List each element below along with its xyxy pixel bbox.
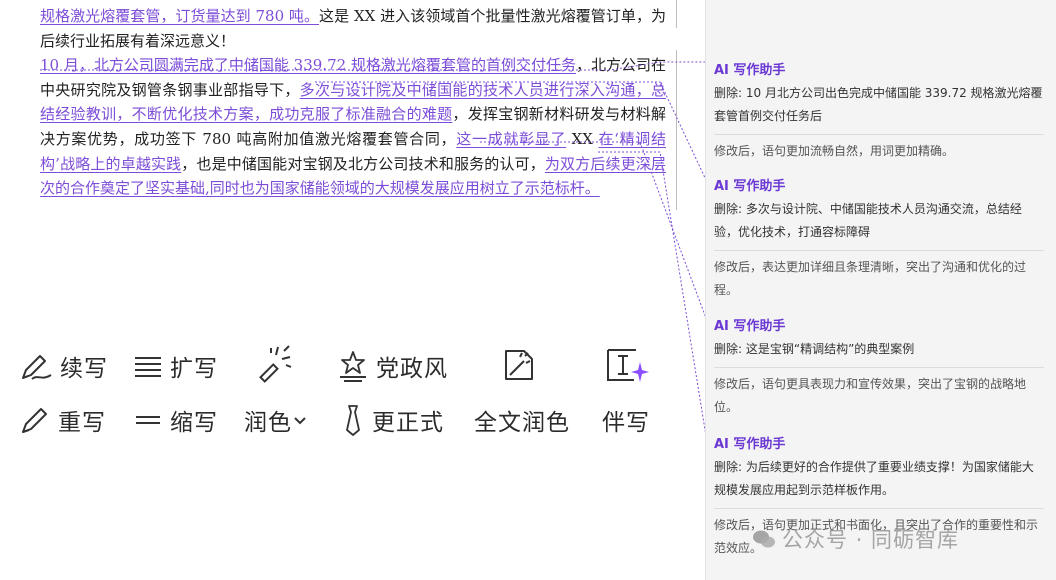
comment-author: AI 写作助手: [714, 179, 786, 194]
paragraph-2[interactable]: 10 月，北方公司圆满完成了中储国能 339.72 规格激光熔覆套管的首例交付任…: [40, 53, 666, 201]
tie-icon: [346, 405, 360, 436]
magic-wand-icon: [259, 345, 292, 383]
lines-icon: [135, 357, 161, 377]
document-wand-icon: [505, 350, 533, 380]
rewrite-button[interactable]: 重写: [18, 400, 106, 440]
comment-reply: 修改后，表达更加详细且条理清晰，突出了沟通和优化的过程。: [714, 250, 1044, 302]
party-style-label: 党政风: [376, 356, 448, 382]
watermark-text: 公众号 · 同砺智库: [782, 528, 960, 552]
companion-writing-label: 伴写: [602, 410, 650, 436]
comment-author: AI 写作助手: [714, 437, 786, 452]
ai-writing-toolbar: 续写 扩写 党政风 重写 缩写 润色 更正式 全文润色 伴写: [14, 340, 674, 450]
rewrite-label: 重写: [58, 410, 106, 436]
comment-body: 删除: 多次与设计院、中储国能技术人员沟通交流，总结经验，优化技术，打通容标障碍: [714, 202, 1022, 239]
magic-wand-button[interactable]: [254, 344, 296, 384]
companion-writing-button[interactable]: 伴写: [602, 400, 650, 440]
paragraph-1[interactable]: 规格激光熔覆套管，订货量达到 780 吨。这是 XX 进入该领域首个批量性激光熔…: [40, 4, 666, 53]
shorten-label: 缩写: [170, 410, 218, 436]
document-body[interactable]: 规格激光熔覆套管，订货量达到 780 吨。这是 XX 进入该领域首个批量性激光熔…: [40, 4, 666, 201]
more-formal-button[interactable]: 更正式: [340, 400, 444, 440]
comments-sidebar: AI 写作助手 删除: 10 月北方公司出色完成中储国能 339.72 规格激光…: [705, 0, 1056, 580]
full-text-polish-button[interactable]: 全文润色: [474, 400, 570, 440]
wechat-icon: [753, 530, 775, 548]
comment-card[interactable]: AI 写作助手 删除: 10 月北方公司出色完成中储国能 339.72 规格激光…: [714, 62, 1044, 163]
revision-text[interactable]: 10 月，北方公司圆满完成了中储国能 339.72 规格激光熔覆套管的首例交付任…: [40, 56, 576, 74]
continue-writing-label: 续写: [60, 356, 108, 382]
continue-writing-button[interactable]: 续写: [18, 346, 108, 386]
more-formal-label: 更正式: [372, 410, 444, 436]
comment-body: 删除: 10 月北方公司出色完成中储国能 339.72 规格激光熔覆套管首例交付…: [714, 86, 1043, 123]
full-text-polish-label: 全文润色: [474, 410, 570, 436]
comment-author: AI 写作助手: [714, 63, 786, 78]
comment-author: AI 写作助手: [714, 319, 786, 334]
comment-reply: 修改后，语句更具表现力和宣传效果，突出了宝钢的战略地位。: [714, 367, 1044, 419]
text-sparkle-icon: [607, 349, 649, 382]
comment-body: 删除: 为后续更好的合作提供了重要业绩支撑！为国家储能大规模发展应用起到示范样板…: [714, 460, 1034, 497]
comment-card[interactable]: AI 写作助手 删除: 多次与设计院、中储国能技术人员沟通交流，总结经验，优化技…: [714, 178, 1044, 302]
document-area[interactable]: 规格激光熔覆套管，订货量达到 780 吨。这是 XX 进入该领域首个批量性激光熔…: [0, 0, 705, 580]
comment-body: 删除: 这是宝钢“精调结构”的典型案例: [714, 342, 915, 356]
comment-card[interactable]: AI 写作助手 删除: 这是宝钢“精调结构”的典型案例 修改后，语句更具表现力和…: [714, 318, 1044, 419]
polish-label: 润色: [244, 410, 292, 436]
watermark: 公众号 · 同砺智库: [752, 524, 959, 554]
expand-label: 扩写: [170, 356, 218, 382]
paragraph-text: ，也是中储国能对宝钢及北方公司技术和服务的认可，: [181, 154, 545, 173]
party-style-button[interactable]: 党政风: [336, 346, 448, 386]
chevron-down-icon: [294, 417, 306, 425]
comment-reply: 修改后，语句更加流畅自然，用词更加精确。: [714, 134, 1044, 163]
paragraph-text: XX: [566, 129, 599, 148]
pen-curve-icon: [22, 355, 52, 380]
revision-text[interactable]: 这一成就彰显了: [456, 130, 566, 148]
revision-text[interactable]: 规格激光熔覆套管，订货量达到 780 吨。: [40, 7, 319, 25]
page-edge: [676, 50, 677, 210]
pencil-icon: [22, 408, 47, 433]
two-lines-icon: [136, 416, 160, 424]
expand-button[interactable]: 扩写: [132, 346, 218, 386]
star-podium-icon: [340, 351, 366, 382]
document-magic-button[interactable]: [498, 344, 540, 384]
shorten-button[interactable]: 缩写: [132, 400, 218, 440]
text-ai-button[interactable]: [604, 344, 652, 384]
polish-dropdown[interactable]: 润色: [244, 400, 308, 440]
page-edge: [676, 0, 677, 28]
